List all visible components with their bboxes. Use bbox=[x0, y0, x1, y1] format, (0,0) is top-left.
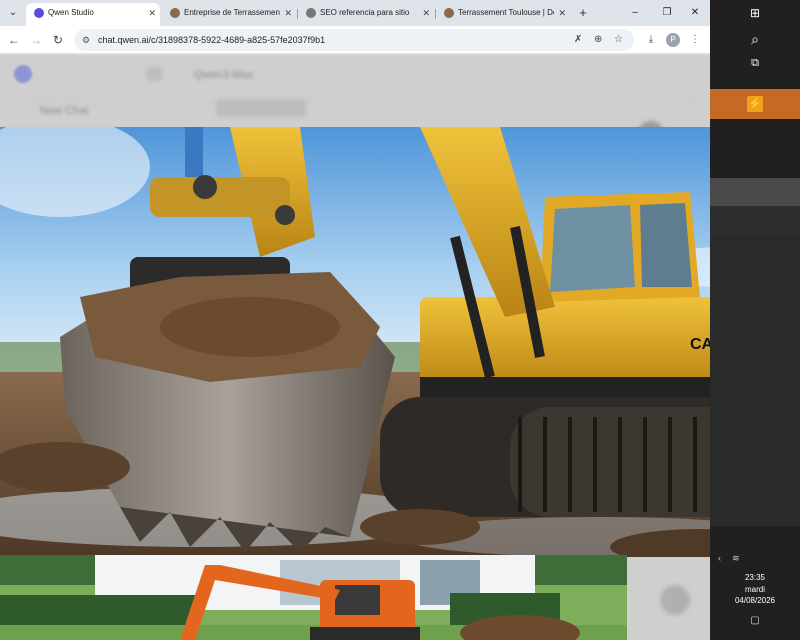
tab-seo-referencia[interactable]: SEO referencia para sitio ✕ bbox=[298, 3, 434, 26]
address-url[interactable]: chat.qwen.ai/c/31898378-5922-4689-a825-5… bbox=[98, 29, 325, 51]
clock-date[interactable]: 04/08/2026 bbox=[710, 596, 800, 605]
close-tab-icon[interactable]: ✕ bbox=[558, 3, 566, 23]
site-favicon-icon bbox=[306, 8, 316, 18]
minimize-button[interactable]: – bbox=[620, 0, 650, 26]
orange-mini-excavator-photo[interactable] bbox=[0, 555, 627, 640]
tab-title: Qwen Studio bbox=[48, 8, 94, 17]
taskbar-empty-area bbox=[710, 236, 800, 526]
reload-icon[interactable]: ↻ bbox=[48, 30, 68, 50]
back-arrow-icon[interactable]: ← bbox=[4, 30, 24, 50]
blurred-button bbox=[660, 585, 690, 615]
profile-avatar[interactable]: P bbox=[666, 33, 680, 47]
task-view-icon[interactable]: ⧉ bbox=[710, 50, 800, 76]
site-info-icon[interactable]: ⚙ bbox=[82, 29, 90, 51]
zoom-icon[interactable]: ⊕ bbox=[594, 29, 602, 51]
app-bolt-icon: ⚡ bbox=[747, 96, 763, 112]
taskbar-pinned-app[interactable] bbox=[710, 206, 800, 236]
taskbar-pinned-app[interactable] bbox=[710, 178, 800, 206]
download-icon[interactable]: ⤓ bbox=[642, 30, 660, 50]
menu-kebab-icon[interactable]: ⋮ bbox=[686, 30, 704, 50]
windows-start-icon[interactable]: ⊞ bbox=[710, 0, 800, 26]
close-window-button[interactable]: ✕ bbox=[680, 0, 710, 26]
search-icon[interactable]: ⌕ bbox=[710, 26, 800, 52]
bookmark-star-icon[interactable]: ☆ bbox=[614, 29, 623, 51]
blurred-input bbox=[216, 99, 306, 117]
close-tab-icon[interactable]: ✕ bbox=[148, 3, 156, 23]
site-favicon-icon bbox=[170, 8, 180, 18]
camera-blocked-icon[interactable]: ✗ bbox=[574, 29, 582, 51]
tab-entreprise-terrassement[interactable]: Entreprise de Terrassement ✕ bbox=[162, 3, 296, 26]
qwen-logo-icon bbox=[14, 65, 32, 83]
new-chat-label: New Chat bbox=[40, 105, 89, 117]
close-tab-icon[interactable]: ✕ bbox=[422, 3, 430, 23]
qwen-favicon-icon bbox=[34, 8, 44, 18]
tab-strip: ⌄ Qwen Studio ✕ Entreprise de Terrasseme… bbox=[0, 0, 710, 26]
forward-arrow-icon[interactable]: → bbox=[26, 30, 46, 50]
browser-toolbar: ← → ↻ ⚙ chat.qwen.ai/c/31898378-5922-468… bbox=[0, 26, 710, 54]
tab-title: Entreprise de Terrassement bbox=[184, 8, 280, 17]
desktop: ⌄ Qwen Studio ✕ Entreprise de Terrasseme… bbox=[0, 0, 800, 640]
address-bar[interactable]: ⚙ chat.qwen.ai/c/31898378-5922-4689-a825… bbox=[74, 29, 634, 51]
wifi-icon[interactable]: ≋ bbox=[732, 553, 740, 564]
notification-icon[interactable]: ▢ bbox=[747, 615, 763, 629]
tab-terrassement-toulouse[interactable]: Terrassement Toulouse | De ✕ bbox=[436, 3, 570, 26]
clock-time[interactable]: 23:35 bbox=[710, 573, 800, 582]
taskbar: ⊞ ⌕ ⧉ ⚡ ‹ ≋ 23:35 mardi 04/08/2026 ▢ bbox=[710, 0, 800, 640]
chevron-left-icon[interactable]: ‹ bbox=[718, 553, 721, 563]
restore-button[interactable]: ❐ bbox=[652, 0, 682, 26]
clock-day[interactable]: mardi bbox=[710, 585, 800, 594]
model-selector-label: Qwen3-Max bbox=[194, 69, 254, 81]
sidebar-toggle-icon bbox=[146, 67, 162, 81]
excavator-bucket-photo[interactable]: CAT bbox=[0, 127, 772, 557]
tab-qwen-studio[interactable]: Qwen Studio ✕ bbox=[26, 3, 160, 26]
close-tab-icon[interactable]: ✕ bbox=[284, 3, 292, 23]
tab-title: SEO referencia para sitio bbox=[320, 8, 410, 17]
divider bbox=[10, 101, 700, 102]
tab-title: Terrassement Toulouse | De bbox=[458, 8, 554, 17]
new-tab-button[interactable]: + bbox=[574, 3, 592, 23]
tab-search-icon[interactable]: ⌄ bbox=[4, 4, 22, 22]
taskbar-app-button[interactable]: ⚡ bbox=[710, 89, 800, 119]
site-favicon-icon bbox=[444, 8, 454, 18]
